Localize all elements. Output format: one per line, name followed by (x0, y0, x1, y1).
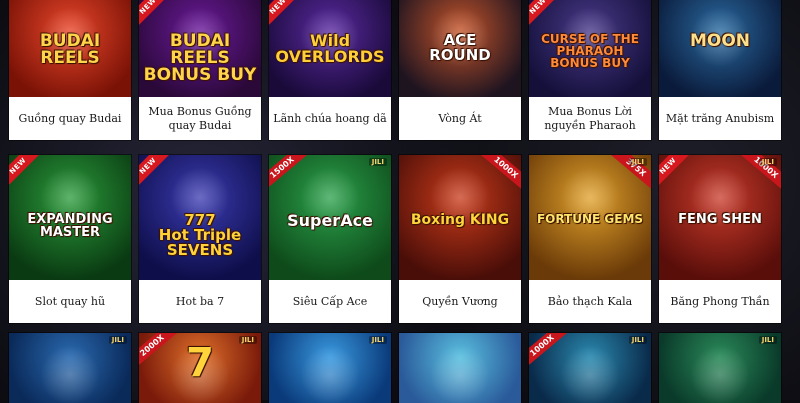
game-logo: Boxing KING (410, 212, 510, 228)
game-logo: ACE ROUND (429, 31, 491, 64)
game-card[interactable]: BUDAI REELS Guồng quay Budai (9, 0, 131, 140)
jili-badge: JILI (758, 158, 777, 166)
game-thumbnail[interactable]: BUDAI REELS (9, 0, 131, 97)
jili-badge: JILI (628, 336, 647, 344)
game-card[interactable]: JILI (269, 333, 391, 403)
game-thumbnail[interactable]: CURSE OF THE PHARAOH BONUS BUY NEW (529, 0, 651, 97)
game-card[interactable]: JILI (659, 333, 781, 403)
game-artwork (40, 345, 100, 403)
game-logo: FENG SHEN (678, 212, 762, 227)
jili-badge: JILI (368, 158, 387, 166)
game-thumbnail[interactable]: 7 2000X JILI (139, 333, 261, 403)
game-thumbnail[interactable]: 1000X JILI (529, 333, 651, 403)
game-title[interactable]: Băng Phong Thần (659, 280, 781, 323)
game-logo: MOON (689, 31, 751, 51)
multiplier-badge: 1000X (529, 333, 567, 368)
game-card[interactable]: 777 Hot Triple SEVENS NEW Hot ba 7 (139, 155, 261, 323)
game-thumbnail[interactable]: Wild OVERLORDS NEW (269, 0, 391, 97)
game-logo: EXPANDING MASTER (27, 212, 113, 240)
game-thumbnail[interactable] (399, 333, 521, 403)
jili-badge: JILI (368, 336, 387, 344)
game-title[interactable]: Vòng Át (399, 97, 521, 140)
new-badge: NEW (269, 0, 300, 28)
game-card[interactable]: JILI (9, 333, 131, 403)
game-card[interactable]: ACE ROUND Vòng Át (399, 0, 521, 140)
game-title[interactable]: Mặt trăng Anubism (659, 97, 781, 140)
new-badge: NEW (529, 0, 560, 28)
game-card[interactable] (399, 333, 521, 403)
jili-badge: JILI (758, 336, 777, 344)
jili-badge: JILI (628, 158, 647, 166)
game-artwork (690, 345, 750, 403)
game-title[interactable]: Hot ba 7 (139, 280, 261, 323)
new-badge: NEW (9, 155, 40, 188)
new-badge: NEW (139, 155, 170, 188)
jili-badge: JILI (238, 336, 257, 344)
jili-badge: JILI (108, 336, 127, 344)
game-thumbnail[interactable]: Boxing KING 1000X (399, 155, 521, 280)
game-thumbnail[interactable]: SuperAce 1500X JILI (269, 155, 391, 280)
game-logo: CURSE OF THE PHARAOH BONUS BUY (541, 32, 639, 70)
game-artwork (560, 345, 620, 403)
game-title[interactable]: Lãnh chúa hoang dã (269, 97, 391, 140)
game-card[interactable]: 1000X JILI (529, 333, 651, 403)
game-thumbnail[interactable]: 777 Hot Triple SEVENS NEW (139, 155, 261, 280)
game-title[interactable]: Mua Bonus Guồng quay Budai (139, 97, 261, 140)
game-logo: FORTUNE GEMS (536, 212, 644, 226)
new-badge: NEW (659, 155, 690, 188)
game-card[interactable]: BUDAI REELS BONUS BUY NEW Mua Bonus Guồng … (139, 0, 261, 140)
game-card[interactable]: FORTUNE GEMS 375X JILI Bảo thạch Kala (529, 155, 651, 323)
game-thumbnail[interactable]: JILI (9, 333, 131, 403)
game-thumbnail[interactable]: BUDAI REELS BONUS BUY NEW (139, 0, 261, 97)
game-thumbnail[interactable]: MOON (659, 0, 781, 97)
game-title[interactable]: Siêu Cấp Ace (269, 280, 391, 323)
game-thumbnail[interactable]: ACE ROUND (399, 0, 521, 97)
game-title[interactable]: Mua Bonus Lời nguyền Pharaoh (529, 97, 651, 140)
game-logo: BUDAI REELS BONUS BUY (143, 31, 257, 85)
game-title[interactable]: Quyền Vương (399, 280, 521, 323)
game-card[interactable]: Boxing KING 1000X Quyền Vương (399, 155, 521, 323)
game-card[interactable]: SuperAce 1500X JILI Siêu Cấp Ace (269, 155, 391, 323)
game-card[interactable]: Wild OVERLORDS NEW Lãnh chúa hoang dã (269, 0, 391, 140)
game-artwork (430, 345, 490, 403)
game-title[interactable]: Slot quay hũ (9, 280, 131, 323)
game-card[interactable]: EXPANDING MASTER NEW Slot quay hũ (9, 155, 131, 323)
game-thumbnail[interactable]: FORTUNE GEMS 375X JILI (529, 155, 651, 280)
game-thumbnail[interactable]: EXPANDING MASTER NEW (9, 155, 131, 280)
game-card[interactable]: MOON Mặt trăng Anubism (659, 0, 781, 140)
game-logo: Wild OVERLORDS (275, 31, 385, 66)
game-title[interactable]: Guồng quay Budai (9, 97, 131, 140)
game-logo: 777 Hot Triple SEVENS (158, 211, 242, 259)
game-thumbnail[interactable]: FENG SHEN NEW 1000X JILI (659, 155, 781, 280)
multiplier-badge: 1500X (269, 155, 307, 190)
game-thumbnail[interactable]: JILI (659, 333, 781, 403)
game-grid: BUDAI REELS Guồng quay Budai BUDAI REELS B… (0, 0, 800, 403)
game-card[interactable]: CURSE OF THE PHARAOH BONUS BUY NEW Mua Bon… (529, 0, 651, 140)
game-artwork (300, 345, 360, 403)
game-thumbnail[interactable]: JILI (269, 333, 391, 403)
game-logo: SuperAce (287, 211, 373, 230)
game-card[interactable]: FENG SHEN NEW 1000X JILI Băng Phong Thần (659, 155, 781, 323)
game-logo: BUDAI REELS (39, 31, 101, 68)
new-badge: NEW (139, 0, 170, 28)
game-title[interactable]: Bảo thạch Kala (529, 280, 651, 323)
game-card[interactable]: 7 2000X JILI (139, 333, 261, 403)
